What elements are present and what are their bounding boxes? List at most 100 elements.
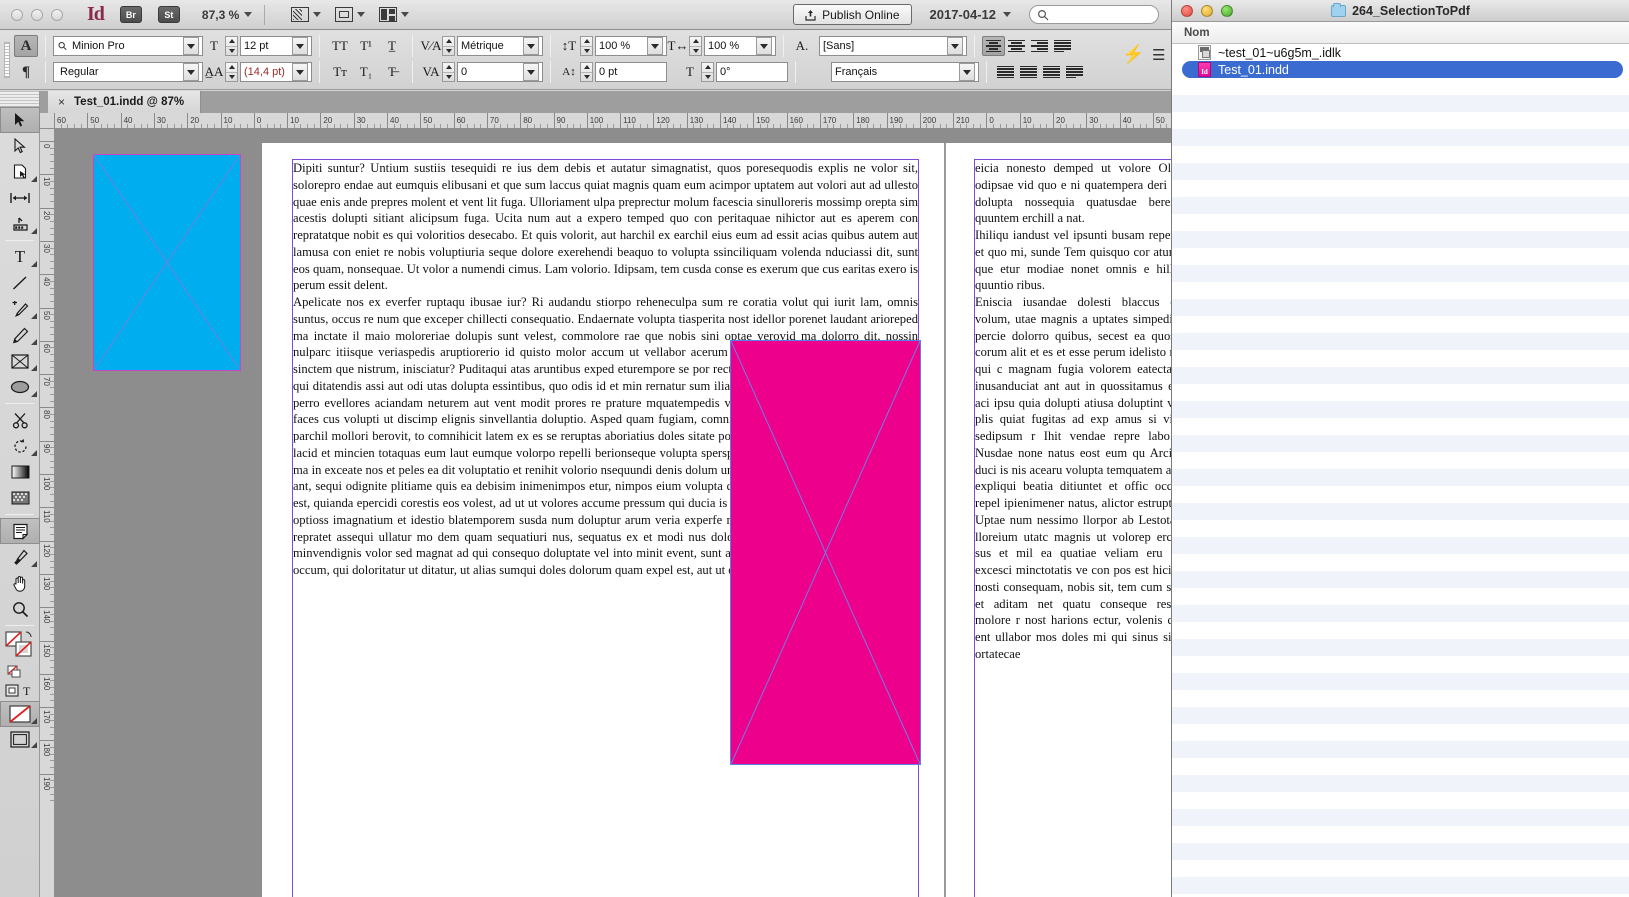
align-left-button[interactable] xyxy=(982,36,1005,56)
leading-field[interactable]: (14,4 pt) xyxy=(240,62,312,82)
tool-flyout-indicator[interactable] xyxy=(31,365,37,371)
zoom-button[interactable] xyxy=(51,8,63,21)
apply-none-button[interactable] xyxy=(0,701,40,727)
font-size-dropdown[interactable] xyxy=(292,37,308,55)
font-size-field[interactable]: 12 pt xyxy=(240,36,312,56)
horizontal-ruler[interactable]: 60 50 40 30 20 10 0 10 20 30 40 50 60 70 80 90 100 110 120… xyxy=(40,113,1171,129)
tracking-stepper[interactable] xyxy=(442,62,455,82)
align-toward-spine-button[interactable] xyxy=(1063,62,1086,82)
rectangle-frame-tool[interactable] xyxy=(0,348,40,374)
kerning-dropdown[interactable] xyxy=(523,37,539,55)
gradient-feather-tool[interactable] xyxy=(0,485,40,511)
horizontal-scale-dropdown[interactable] xyxy=(756,37,772,55)
text-frame-right[interactable]: eicia nonesto demped ut volore Olupidemo… xyxy=(974,159,1171,897)
font-style-field[interactable]: Regular xyxy=(53,62,203,82)
minimize-button[interactable] xyxy=(31,8,43,21)
chevron-down-icon[interactable] xyxy=(244,12,253,17)
tool-flyout-indicator[interactable] xyxy=(31,450,37,456)
font-style-dropdown[interactable] xyxy=(183,63,199,81)
tools-drag-handle[interactable] xyxy=(0,91,39,107)
workspace-switcher[interactable]: 2017-04-12 xyxy=(930,7,1011,22)
character-style-field[interactable]: [Sans] xyxy=(819,36,967,56)
finder-file-list[interactable]: ~test_01~u6g5m_.idlk Test_01.indd xyxy=(1172,44,1629,897)
note-tool[interactable] xyxy=(0,518,40,544)
tool-flyout-indicator[interactable] xyxy=(31,718,37,724)
skew-field[interactable]: 0° xyxy=(716,62,788,82)
font-size-stepper[interactable] xyxy=(225,36,238,56)
superscript-button[interactable]: T¹ xyxy=(353,36,379,56)
tool-flyout-indicator[interactable] xyxy=(31,742,37,748)
page-tool[interactable] xyxy=(0,159,40,185)
finder-column-header[interactable]: Nom xyxy=(1172,22,1629,44)
magenta-graphic-frame[interactable] xyxy=(730,340,921,765)
tool-flyout-indicator[interactable] xyxy=(31,176,37,182)
subscript-button[interactable]: T₁ xyxy=(353,62,379,82)
vertical-scale-stepper[interactable] xyxy=(580,36,593,56)
default-fill-stroke-button[interactable] xyxy=(0,663,40,681)
all-caps-button[interactable]: TT xyxy=(327,36,353,56)
screen-mode-button[interactable] xyxy=(291,7,322,22)
baseline-shift-field[interactable]: 0 pt xyxy=(595,62,667,82)
leading-dropdown[interactable] xyxy=(292,63,308,81)
chevron-down-icon[interactable] xyxy=(313,12,322,17)
align-center-button[interactable] xyxy=(1005,36,1028,56)
underline-button[interactable]: T̲ xyxy=(379,36,405,56)
strikethrough-button[interactable]: T̶ xyxy=(379,62,405,82)
publish-online-button[interactable]: Publish Online xyxy=(793,4,912,25)
direct-selection-tool[interactable] xyxy=(0,133,40,159)
align-right-button[interactable] xyxy=(1028,36,1051,56)
language-field[interactable]: Français xyxy=(831,62,979,82)
window-controls[interactable] xyxy=(0,8,63,21)
arrange-documents-button[interactable] xyxy=(379,7,410,22)
horizontal-scale-field[interactable]: 100 % xyxy=(704,36,776,56)
justify-all-lines-left-button[interactable] xyxy=(994,62,1017,82)
tracking-field[interactable]: 0 xyxy=(457,62,543,82)
screen-mode-tool[interactable] xyxy=(0,727,40,751)
line-tool[interactable] xyxy=(0,270,40,296)
baseline-shift-stepper[interactable] xyxy=(580,62,593,82)
panel-drag-handle[interactable] xyxy=(4,42,10,78)
search-input[interactable] xyxy=(1029,5,1159,24)
free-transform-tool[interactable] xyxy=(0,433,40,459)
panel-menu-icon[interactable]: ☰ xyxy=(1152,46,1165,64)
content-collector-tool[interactable] xyxy=(0,211,40,237)
formatting-affects-controls[interactable]: T xyxy=(0,681,40,701)
cyan-graphic-frame[interactable] xyxy=(93,154,241,371)
stock-icon[interactable]: St xyxy=(157,6,180,23)
chevron-down-icon[interactable] xyxy=(1003,12,1011,17)
vertical-scale-dropdown[interactable] xyxy=(647,37,663,55)
close-icon[interactable]: × xyxy=(58,95,65,109)
gap-tool[interactable] xyxy=(0,185,40,211)
tool-flyout-indicator[interactable] xyxy=(31,261,37,267)
ellipse-tool[interactable] xyxy=(0,374,40,400)
document-tab[interactable]: × Test_01.indd @ 87% xyxy=(48,91,202,113)
document-canvas[interactable]: Dipiti suntur? Untium sustiis tesequidi … xyxy=(55,129,1171,897)
tool-flyout-indicator[interactable] xyxy=(31,228,37,234)
zoom-level-control[interactable]: 87,3 % xyxy=(202,8,253,22)
zoom-tool[interactable] xyxy=(0,596,40,622)
tracking-dropdown[interactable] xyxy=(523,63,539,81)
list-item[interactable]: ~test_01~u6g5m_.idlk xyxy=(1172,44,1629,61)
tool-flyout-indicator[interactable] xyxy=(31,391,37,397)
small-caps-button[interactable]: Tᴛ xyxy=(327,62,353,82)
language-dropdown[interactable] xyxy=(959,63,975,81)
justify-last-left-button[interactable] xyxy=(1051,36,1074,56)
fill-stroke-control[interactable] xyxy=(0,629,40,663)
leading-stepper[interactable] xyxy=(225,62,238,82)
justify-right-button[interactable] xyxy=(1040,62,1063,82)
pen-tool[interactable] xyxy=(0,296,40,322)
kerning-stepper[interactable] xyxy=(442,36,455,56)
tool-flyout-indicator[interactable] xyxy=(31,313,37,319)
character-formatting-button[interactable]: A xyxy=(14,35,38,57)
justify-center-button[interactable] xyxy=(1017,62,1040,82)
vertical-scale-field[interactable]: 100 % xyxy=(595,36,667,56)
view-options-button[interactable] xyxy=(335,7,366,22)
hand-tool[interactable] xyxy=(0,570,40,596)
vertical-ruler[interactable]: 0 10 20 30 40 50 60 70 80 90 100 110 120 130 140 150 160… xyxy=(40,129,55,897)
pencil-tool[interactable] xyxy=(0,322,40,348)
paragraph-formatting-button[interactable]: ¶ xyxy=(14,61,38,83)
skew-stepper[interactable] xyxy=(701,62,714,82)
chevron-down-icon[interactable] xyxy=(357,12,366,17)
bridge-icon[interactable]: Br xyxy=(119,6,142,23)
kerning-field[interactable]: Métrique xyxy=(457,36,543,56)
